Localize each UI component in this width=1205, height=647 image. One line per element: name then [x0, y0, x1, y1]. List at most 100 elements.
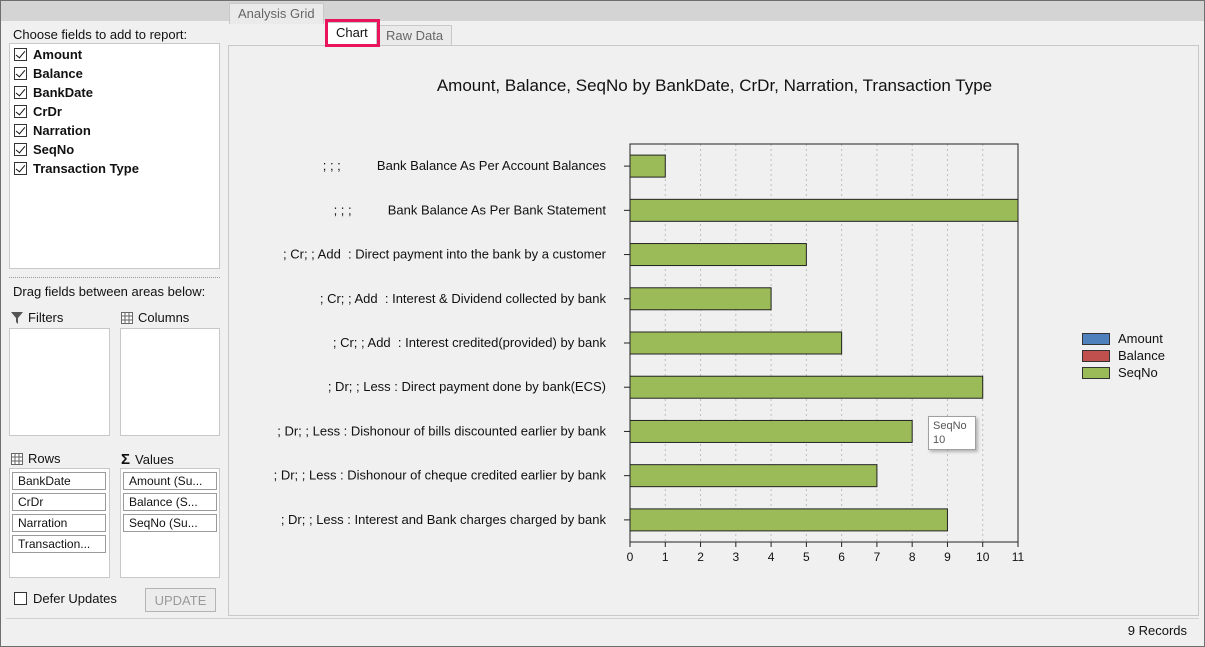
columns-area[interactable]: [120, 328, 220, 436]
legend-label: Amount: [1118, 331, 1163, 346]
values-area[interactable]: Amount (Su... Balance (S... SeqNo (Su...: [120, 468, 220, 578]
choose-fields-label: Choose fields to add to report:: [13, 27, 188, 42]
bar: [629, 287, 772, 311]
filter-icon: [11, 311, 23, 324]
legend-label: Balance: [1118, 348, 1165, 363]
defer-updates-label: Defer Updates: [33, 591, 117, 606]
category-label: ; Cr; ; Add : Interest credited(provided…: [333, 335, 607, 350]
legend-item: Amount: [1082, 330, 1165, 347]
category-label: ; Dr; ; Less : Direct payment done by ba…: [328, 379, 606, 394]
chart-panel: Amount, Balance, SeqNo by BankDate, CrDr…: [228, 45, 1199, 616]
x-tick-label: 2: [697, 550, 704, 564]
chart-legend: Amount Balance SeqNo: [1082, 330, 1165, 381]
values-header: Σ Values: [121, 451, 174, 468]
x-tick-label: 6: [838, 550, 845, 564]
columns-header: Columns: [121, 310, 189, 325]
field-label: Amount: [33, 47, 83, 62]
update-button[interactable]: UPDATE: [145, 588, 216, 612]
category-label: ; ; ; Bank Balance As Per Account Balanc…: [323, 158, 607, 173]
field-item[interactable]: Amount: [14, 45, 82, 64]
legend-label: SeqNo: [1118, 365, 1158, 380]
values-label: Values: [135, 452, 174, 467]
defer-updates-checkbox[interactable]: [14, 592, 27, 605]
bar: [629, 154, 666, 178]
field-checkbox[interactable]: [14, 143, 27, 156]
legend-item: Balance: [1082, 347, 1165, 364]
x-tick-label: 0: [627, 550, 634, 564]
category-label: ; Dr; ; Less : Dishonour of cheque credi…: [274, 468, 607, 483]
field-checkbox[interactable]: [14, 67, 27, 80]
field-checkbox[interactable]: [14, 162, 27, 175]
field-label: SeqNo: [33, 142, 75, 157]
bar: [629, 419, 913, 443]
field-list-panel: Choose fields to add to report: Amount Ba…: [6, 21, 223, 616]
row-field-chip[interactable]: Narration: [12, 514, 106, 532]
field-item[interactable]: Narration: [14, 121, 91, 140]
tab-chart[interactable]: Chart: [327, 22, 377, 45]
x-tick-label: 10: [976, 550, 990, 564]
x-tick-label: 8: [909, 550, 916, 564]
field-label: BankDate: [33, 85, 93, 100]
category-label: ; Cr; ; Add : Direct payment into the ba…: [283, 247, 607, 262]
field-checkbox[interactable]: [14, 86, 27, 99]
field-label: Narration: [33, 123, 91, 138]
rows-header: Rows: [11, 451, 61, 466]
field-item[interactable]: CrDr: [14, 102, 62, 121]
row-field-chip[interactable]: CrDr: [12, 493, 106, 511]
field-list: Amount Balance BankDate CrDr Narration SeqNo T…: [9, 43, 220, 269]
category-label: ; ; ; Bank Balance As Per Bank Statement: [334, 202, 607, 217]
value-field-chip[interactable]: SeqNo (Su...: [123, 514, 217, 532]
bar: [629, 198, 1019, 222]
field-item[interactable]: BankDate: [14, 83, 93, 102]
x-tick-label: 7: [874, 550, 881, 564]
grid-icon: [121, 311, 133, 324]
field-item[interactable]: Balance: [14, 64, 83, 83]
divider: [9, 277, 220, 278]
x-tick-label: 1: [662, 550, 669, 564]
row-field-chip[interactable]: Transaction...: [12, 535, 106, 553]
columns-label: Columns: [138, 310, 190, 325]
sigma-icon: Σ: [121, 451, 131, 468]
filters-label: Filters: [28, 310, 64, 325]
field-item[interactable]: SeqNo: [14, 140, 74, 159]
title-band: [1, 1, 1204, 21]
category-label: ; Dr; ; Less : Interest and Bank charges…: [281, 512, 607, 527]
legend-swatch: [1082, 349, 1110, 362]
defer-updates[interactable]: Defer Updates: [14, 591, 117, 606]
grid-icon: [11, 452, 23, 465]
filters-header: Filters: [11, 310, 63, 325]
filters-area[interactable]: [9, 328, 110, 436]
field-item[interactable]: Transaction Type: [14, 159, 139, 178]
chart-tooltip: SeqNo 10: [928, 416, 976, 450]
x-tick-label: 9: [944, 550, 951, 564]
value-field-chip[interactable]: Amount (Su...: [123, 472, 217, 490]
bar: [629, 331, 843, 355]
rows-area[interactable]: BankDate CrDr Narration Transaction...: [9, 468, 110, 578]
bar: [629, 243, 807, 267]
bar-chart: ; ; ; Bank Balance As Per Account Balanc…: [274, 143, 1025, 564]
legend-swatch: [1082, 366, 1110, 379]
field-label: Balance: [33, 66, 83, 81]
row-field-chip[interactable]: BankDate: [12, 472, 106, 490]
legend-swatch: [1082, 332, 1110, 345]
status-bar: 9 Records: [6, 618, 1199, 642]
rows-label: Rows: [28, 451, 61, 466]
x-tick-label: 4: [768, 550, 775, 564]
value-field-chip[interactable]: Balance (S...: [123, 493, 217, 511]
field-checkbox[interactable]: [14, 124, 27, 137]
category-label: ; Dr; ; Less : Dishonour of bills discou…: [277, 423, 606, 438]
x-tick-label: 11: [1012, 550, 1025, 564]
bar: [629, 464, 878, 488]
field-label: Transaction Type: [33, 161, 139, 176]
field-checkbox[interactable]: [14, 48, 27, 61]
tab-analysis-grid[interactable]: Analysis Grid: [229, 3, 324, 24]
x-tick-label: 5: [803, 550, 810, 564]
tab-raw-data[interactable]: Raw Data: [377, 25, 453, 46]
record-count: 9 Records: [1127, 623, 1187, 638]
field-checkbox[interactable]: [14, 105, 27, 118]
tooltip-value: 10: [933, 434, 946, 446]
tooltip-series: SeqNo: [933, 420, 967, 432]
bar: [629, 508, 948, 532]
drag-fields-label: Drag fields between areas below:: [13, 284, 206, 299]
category-label: ; Cr; ; Add : Interest & Dividend collec…: [320, 291, 607, 306]
